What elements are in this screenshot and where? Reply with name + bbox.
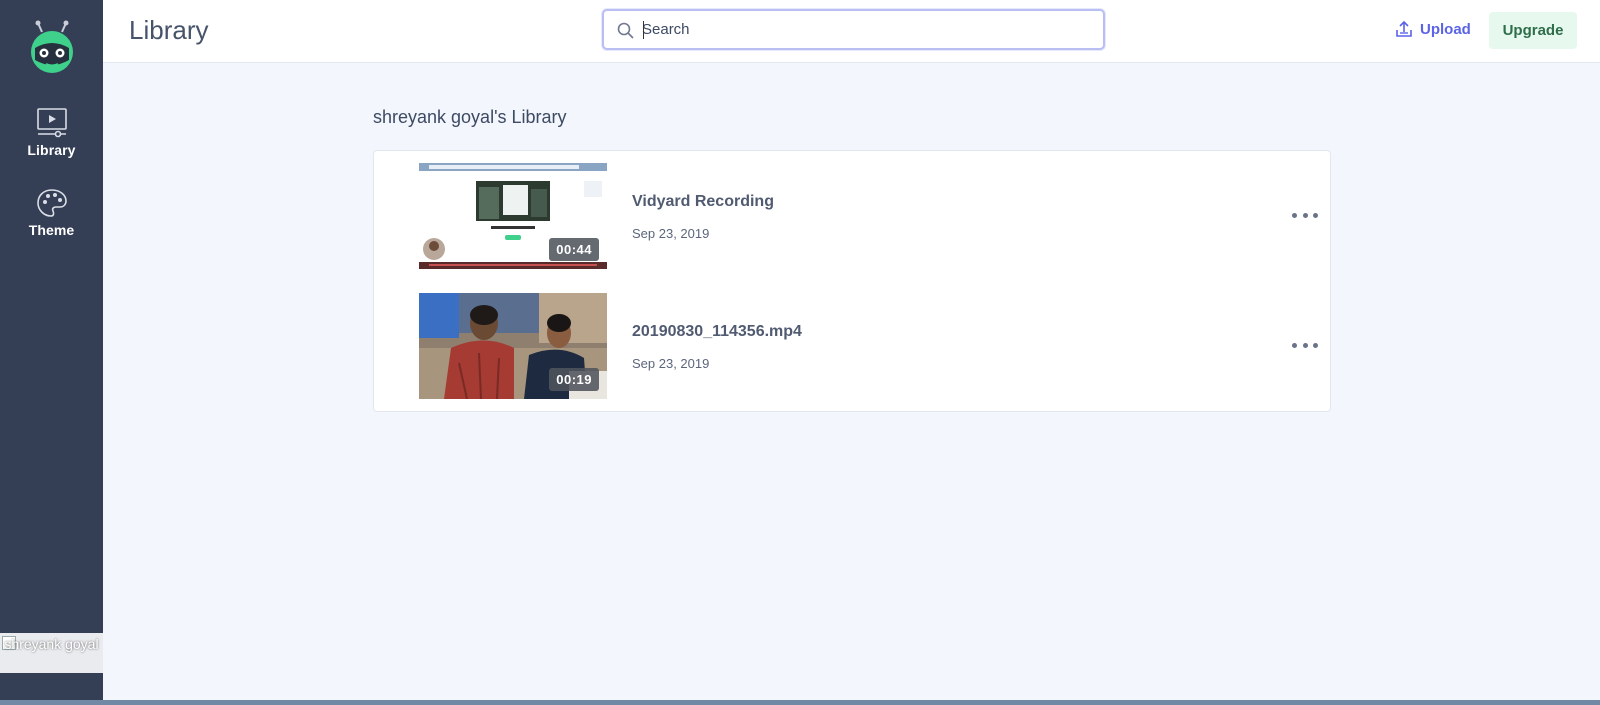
robot-logo-icon[interactable] (26, 20, 78, 74)
sidebar-item-label: Library (27, 142, 76, 158)
upload-button[interactable]: Upload (1395, 20, 1471, 38)
video-row[interactable]: 00:44 Vidyard Recording Sep 23, 2019 (419, 163, 1319, 269)
more-options-icon[interactable] (1292, 337, 1318, 353)
video-thumbnail[interactable]: 00:44 (419, 163, 607, 269)
video-list: 00:44 Vidyard Recording Sep 23, 2019 00:… (373, 150, 1331, 412)
user-name: shreyank goyal (4, 636, 99, 652)
upload-label: Upload (1420, 20, 1471, 38)
upload-icon (1396, 20, 1412, 37)
search-icon (617, 22, 634, 39)
palette-icon (36, 189, 67, 217)
sidebar: Library Theme shreyank goyal (0, 0, 103, 700)
search-box[interactable] (602, 9, 1105, 50)
video-date: Sep 23, 2019 (632, 356, 710, 371)
video-thumbnail[interactable]: 00:19 (419, 293, 607, 399)
upgrade-button[interactable]: Upgrade (1489, 12, 1577, 49)
video-duration: 00:19 (549, 368, 599, 391)
video-title[interactable]: 20190830_114356.mp4 (632, 323, 802, 341)
header: Library Upload Upgrade (103, 0, 1600, 63)
page-title: Library (129, 15, 209, 45)
video-row[interactable]: 00:19 20190830_114356.mp4 Sep 23, 2019 (419, 293, 1319, 399)
sidebar-item-theme[interactable]: Theme (0, 188, 103, 238)
window-bottom-edge (0, 700, 1600, 705)
video-library-icon (36, 108, 67, 138)
video-date: Sep 23, 2019 (632, 226, 710, 241)
video-duration: 00:44 (549, 238, 599, 261)
search-input[interactable] (642, 16, 1092, 43)
sidebar-item-label: Theme (28, 222, 75, 238)
video-title[interactable]: Vidyard Recording (632, 193, 774, 211)
library-heading: shreyank goyal's Library (373, 107, 567, 127)
user-avatar[interactable]: shreyank goyal (0, 633, 103, 673)
sidebar-item-library[interactable]: Library (0, 108, 103, 158)
more-options-icon[interactable] (1292, 207, 1318, 223)
text-caret (643, 21, 644, 39)
